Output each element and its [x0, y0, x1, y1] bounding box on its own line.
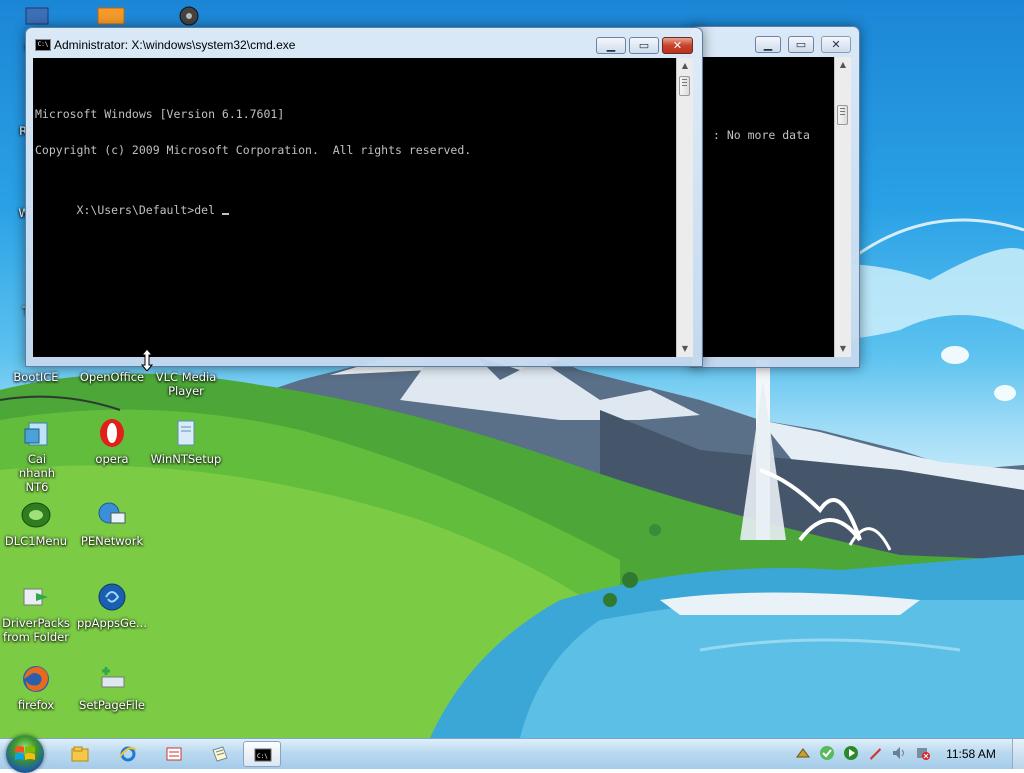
desktop-icon-bootice[interactable]: BootICE	[0, 370, 75, 384]
network-icon[interactable]	[795, 745, 811, 761]
cmd-icon: C:\	[35, 39, 51, 51]
desktop-icon-penetwork[interactable]: PENetwork	[73, 499, 151, 548]
maximize-button[interactable]: ▭	[788, 36, 814, 53]
maximize-button[interactable]: ▭	[629, 37, 659, 54]
console-line: Copyright (c) 2009 Microsoft Corporation…	[35, 143, 472, 157]
installer-icon	[24, 422, 48, 446]
scroll-down-icon[interactable]: ▼	[678, 343, 692, 355]
svg-text:C:\: C:\	[257, 753, 268, 760]
close-button[interactable]: ✕	[662, 37, 693, 54]
desktop-icon-vlc[interactable]: VLC Media Player	[147, 370, 225, 398]
scroll-up-icon[interactable]: ▲	[836, 59, 850, 71]
sound-icon[interactable]	[891, 745, 907, 761]
close-icon: ✕	[831, 38, 841, 51]
desktop-icon-label: WinNTSetup	[150, 452, 222, 466]
minimize-button[interactable]: ▁	[596, 37, 626, 54]
taskbar-internet-explorer[interactable]	[109, 741, 147, 767]
cmd-window[interactable]: C:\ Administrator: X:\windows\system32\c…	[25, 27, 703, 367]
pagefile-add-icon	[101, 667, 125, 688]
desktop-icon-label: DLC1Menu	[4, 534, 68, 548]
desktop-icon-winntsetup[interactable]: WinNTSetup	[147, 417, 225, 466]
firefox-icon	[23, 666, 49, 692]
show-desktop-button[interactable]	[1012, 739, 1024, 769]
system-clock[interactable]: 11:58 AM	[940, 747, 1002, 761]
desktop-icon-openoffice[interactable]: OpenOffice	[73, 370, 151, 384]
desktop-icon-label: SetPageFile	[79, 698, 145, 712]
desktop-icon-setpagefile[interactable]: SetPageFile	[73, 663, 151, 712]
start-button[interactable]	[6, 735, 44, 773]
opera-icon	[100, 419, 124, 447]
console-output[interactable]: Microsoft Windows [Version 6.1.7601] Cop…	[33, 58, 676, 357]
desktop-icon-label: firefox	[17, 698, 55, 712]
console-output[interactable]: : No more data	[701, 57, 834, 357]
desktop-icon-driverpacks[interactable]: DriverPacks from Folder	[0, 581, 75, 644]
computer-icon[interactable]	[22, 6, 52, 26]
windows-logo-icon	[15, 746, 35, 760]
desktop-icon-cai-nhanh[interactable]: Cai nhanh NT6	[0, 417, 76, 494]
film-reel-icon[interactable]	[174, 6, 204, 26]
network-tool-icon	[166, 747, 182, 761]
taskbar-notepad[interactable]	[201, 741, 239, 767]
desktop-icon-label: OpenOffice	[79, 370, 145, 384]
close-icon: ✕	[672, 39, 683, 52]
taskbar: C:\ 11:58 AM	[0, 735, 1024, 773]
maximize-icon: ▭	[638, 39, 650, 52]
desktop-icon-label: BootICE	[13, 370, 59, 384]
minimize-button[interactable]: ▁	[755, 36, 781, 53]
desktop-icon-label: Cai nhanh NT6	[18, 452, 56, 494]
taskbar-cmd[interactable]: C:\	[243, 741, 281, 767]
title-bar[interactable]: C:\ Administrator: X:\windows\system32\c…	[26, 28, 702, 58]
vertical-scrollbar[interactable]: ▲ ▼	[834, 57, 851, 357]
tool-icon[interactable]	[867, 745, 883, 761]
desktop-icon-label: DriverPacks from Folder	[2, 616, 70, 644]
console-line: Microsoft Windows [Version 6.1.7601]	[35, 107, 285, 121]
notepad-icon	[212, 746, 228, 762]
desktop-icon-label: VLC Media Player	[155, 370, 217, 398]
window-title: Administrator: X:\windows\system32\cmd.e…	[54, 38, 296, 52]
resize-cursor-icon	[141, 349, 153, 371]
disc-icon	[21, 502, 51, 528]
taskbar-network-tool[interactable]	[155, 741, 193, 767]
swirl-app-icon	[98, 583, 126, 611]
background-window[interactable]: ▁ ▭ ✕ : No more data ▲ ▼	[690, 26, 860, 368]
scroll-up-icon[interactable]: ▲	[678, 60, 692, 72]
scroll-thumb[interactable]	[837, 105, 848, 125]
desktop-icon-label: ppAppsGe...	[76, 616, 147, 630]
desktop-icon-label: PENetwork	[80, 534, 144, 548]
network-globe-icon	[98, 502, 126, 524]
driver-arrow-icon	[23, 588, 48, 606]
maximize-icon: ▭	[795, 38, 807, 51]
minimize-icon: ▁	[606, 39, 616, 52]
security-check-icon[interactable]	[819, 745, 835, 761]
desktop-icon-ppappsge[interactable]: ppAppsGe...	[73, 581, 151, 630]
cmd-icon: C:\	[254, 748, 272, 762]
folder-icon[interactable]	[96, 6, 126, 26]
power-x-icon[interactable]	[915, 745, 931, 761]
scroll-thumb[interactable]	[679, 76, 690, 96]
command-prompt-line[interactable]: X:\Users\Default>del	[77, 203, 222, 217]
close-button[interactable]: ✕	[821, 36, 851, 53]
media-play-icon[interactable]	[843, 745, 859, 761]
scroll-down-icon[interactable]: ▼	[836, 343, 850, 355]
text-cursor	[221, 213, 229, 215]
console-line: : No more data	[713, 128, 810, 142]
desktop-icon-label: opera	[95, 452, 129, 466]
internet-explorer-icon	[119, 746, 137, 762]
minimize-icon: ▁	[763, 38, 773, 51]
desktop-icon-opera[interactable]: opera	[73, 417, 151, 466]
desktop-icon-firefox[interactable]: firefox	[0, 663, 75, 712]
document-icon	[177, 420, 195, 446]
file-explorer-icon	[71, 746, 89, 762]
taskbar-file-explorer[interactable]	[61, 741, 99, 767]
desktop-icon-dlc1menu[interactable]: DLC1Menu	[0, 499, 75, 548]
vertical-scrollbar[interactable]: ▲ ▼	[676, 58, 693, 357]
